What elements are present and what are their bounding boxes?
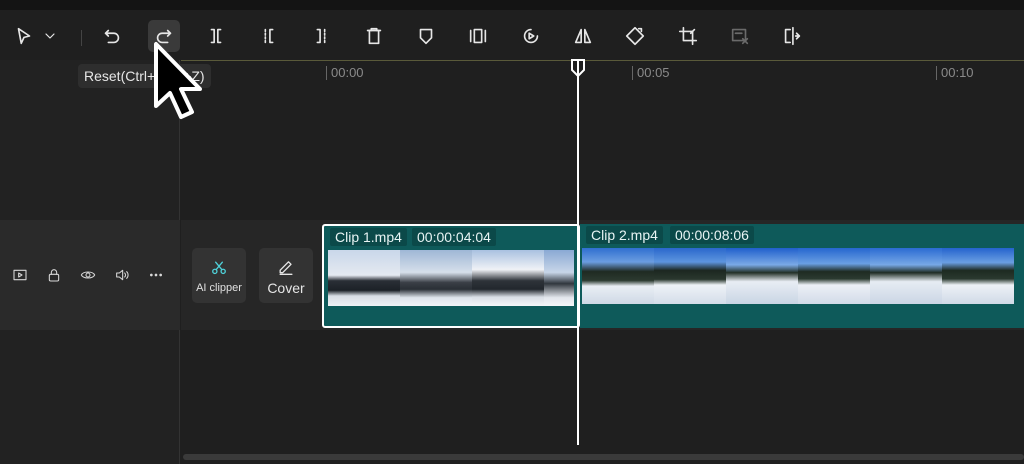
video-track-header <box>0 220 180 330</box>
mirror-icon <box>574 28 592 44</box>
thumbnail <box>544 250 574 306</box>
thumbnail <box>582 248 654 304</box>
eye-icon <box>80 271 96 279</box>
select-tool-icon <box>17 27 31 45</box>
thumbnail <box>798 248 870 304</box>
delete-icon <box>366 27 382 45</box>
split-right-icon <box>316 28 326 44</box>
thumbnail <box>400 250 472 306</box>
lock-icon <box>48 269 60 282</box>
toolbar-divider <box>81 30 82 46</box>
playhead[interactable] <box>577 60 579 445</box>
marker-button[interactable] <box>410 20 442 52</box>
thumbnail <box>942 248 1014 304</box>
rotate-icon <box>625 26 645 46</box>
thumbnail <box>726 248 798 304</box>
undo-button[interactable] <box>96 20 128 52</box>
video-track-toggle[interactable] <box>10 265 30 285</box>
select-tool-button[interactable] <box>8 20 40 52</box>
window-top-strip <box>0 0 1024 10</box>
ai-clipper-label: AI clipper <box>196 281 242 294</box>
marker-icon <box>419 28 433 45</box>
split-left-icon <box>264 28 274 44</box>
clip-duration: 00:00:04:04 <box>412 228 496 246</box>
clip-duration: 00:00:08:06 <box>670 226 754 244</box>
more-icon <box>149 273 162 277</box>
clip-1[interactable]: Clip 1.mp4 00:00:04:04 <box>322 224 580 328</box>
ai-clipper-button[interactable]: AI clipper <box>192 248 246 303</box>
ruler-baseline <box>181 60 1024 61</box>
clip-2[interactable]: Clip 2.mp4 00:00:08:06 <box>580 224 1024 328</box>
more-options-button[interactable] <box>146 265 166 285</box>
freeze-frame-icon <box>469 28 487 44</box>
thumbnail <box>654 248 726 304</box>
remove-background-button[interactable] <box>724 20 756 52</box>
remove-background-icon <box>731 28 749 45</box>
undo-icon <box>104 29 120 44</box>
rotate-button[interactable] <box>619 20 651 52</box>
hide-track-toggle[interactable] <box>78 265 98 285</box>
mouse-cursor-icon <box>154 42 202 119</box>
ruler-tick-label: 00:10 <box>936 66 974 80</box>
horizontal-scrollbar[interactable] <box>183 454 1024 460</box>
timeline-ruler[interactable] <box>181 60 1024 88</box>
clip-thumbnails <box>328 250 574 306</box>
replace-button[interactable] <box>776 20 808 52</box>
thumbnail <box>472 250 544 306</box>
pencil-icon <box>279 260 293 275</box>
ruler-tick-label: 00:00 <box>326 66 364 80</box>
clip-name: Clip 2.mp4 <box>586 226 663 244</box>
thumbnail <box>328 250 400 306</box>
crop-button[interactable] <box>672 20 704 52</box>
split-right-button[interactable] <box>305 20 337 52</box>
mirror-button[interactable] <box>567 20 599 52</box>
crop-icon <box>678 26 698 46</box>
delete-button[interactable] <box>358 20 390 52</box>
replace-icon <box>784 26 801 46</box>
thumbnail <box>870 248 942 304</box>
select-mode-dropdown[interactable] <box>40 20 60 52</box>
split-left-button[interactable] <box>253 20 285 52</box>
cover-button[interactable]: Cover <box>259 248 313 303</box>
cover-label: Cover <box>267 279 305 296</box>
ruler-tick-label: 00:05 <box>632 66 670 80</box>
lock-track-toggle[interactable] <box>44 265 64 285</box>
ai-clipper-icon <box>212 261 226 274</box>
clip-name: Clip 1.mp4 <box>330 228 407 246</box>
chevron-down-icon <box>45 33 55 39</box>
volume-icon <box>116 269 129 281</box>
speed-icon <box>523 28 539 44</box>
freeze-frame-button[interactable] <box>462 20 494 52</box>
speed-button[interactable] <box>515 20 547 52</box>
mute-track-toggle[interactable] <box>112 265 132 285</box>
clip-thumbnails <box>582 248 1014 304</box>
video-track-icon <box>13 269 27 281</box>
